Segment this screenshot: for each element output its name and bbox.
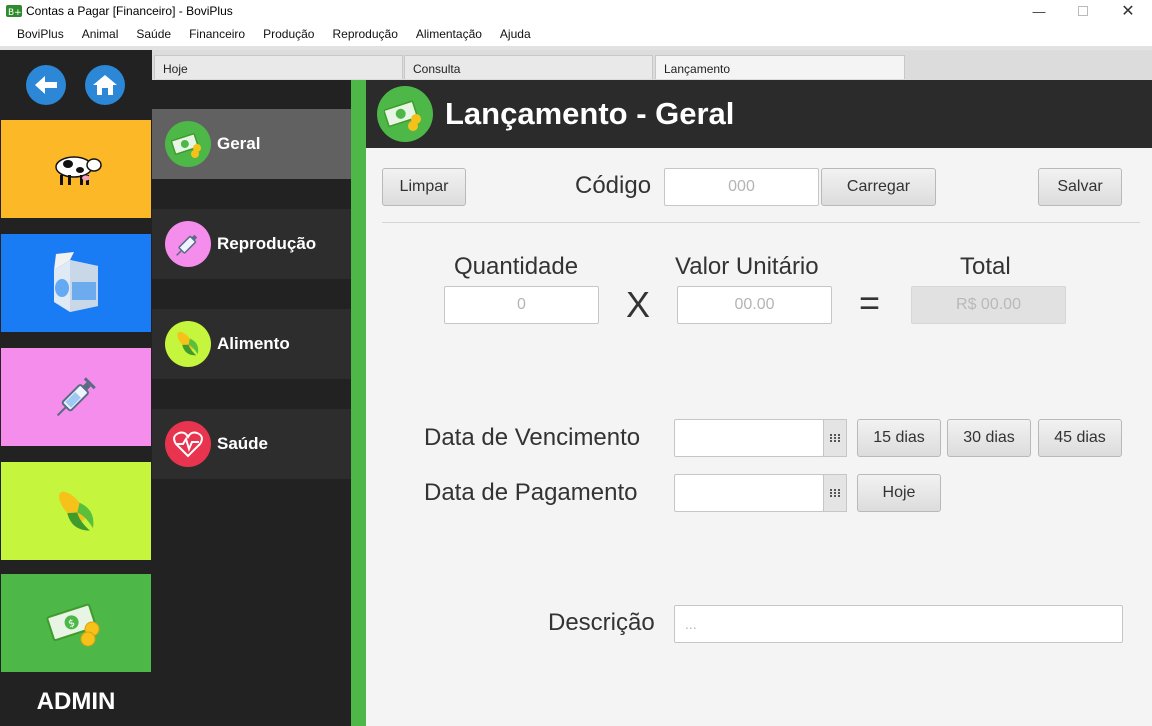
corn-icon — [165, 321, 211, 367]
menu-ajuda[interactable]: Ajuda — [491, 27, 540, 41]
quantidade-input[interactable]: 0 — [444, 286, 599, 324]
syringe-icon — [165, 221, 211, 267]
total-label: Total — [960, 253, 1011, 280]
tab-hoje[interactable]: Hoje — [154, 55, 403, 79]
menu-boviplus[interactable]: BoviPlus — [8, 27, 73, 41]
submenu-label-reproducao: Reprodução — [217, 234, 317, 253]
salvar-button[interactable]: Salvar — [1038, 168, 1122, 206]
calendar-icon — [830, 434, 840, 442]
menu-animal[interactable]: Animal — [73, 27, 128, 41]
codigo-label: Código — [575, 172, 652, 199]
menu-reproducao[interactable]: Reprodução — [323, 27, 406, 41]
window-title: Contas a Pagar [Financeiro] - BoviPlus — [26, 4, 233, 18]
minimize-button[interactable]: — — [1016, 0, 1062, 22]
hoje-button[interactable]: Hoje — [857, 474, 941, 512]
tile-animal[interactable] — [1, 120, 151, 218]
title-bar: B+ Contas a Pagar [Financeiro] - BoviPlu… — [0, 0, 1152, 22]
left-rail: $ ADMIN — [0, 50, 152, 726]
valor-unitario-input[interactable]: 00.00 — [677, 286, 832, 324]
tile-reproducao[interactable] — [1, 348, 151, 446]
codigo-input[interactable]: 000 — [664, 168, 819, 206]
cow-icon — [55, 156, 102, 185]
pagamento-date-input[interactable] — [674, 474, 824, 512]
btn-30-dias[interactable]: 30 dias — [947, 419, 1031, 457]
corn-icon — [59, 491, 94, 531]
submenu-label-geral: Geral — [217, 134, 261, 153]
svg-text:B+: B+ — [8, 8, 22, 18]
money-icon: $ — [46, 603, 100, 647]
submenu-item-alimento[interactable]: Alimento — [152, 309, 351, 379]
home-icon — [93, 75, 117, 95]
arrow-left-icon — [35, 76, 57, 94]
quantidade-label: Quantidade — [454, 253, 579, 280]
home-button[interactable] — [85, 65, 125, 105]
pagamento-label: Data de Pagamento — [424, 479, 638, 506]
tab-bar: Hoje Consulta Lançamento — [152, 50, 1152, 80]
valor-unitario-label: Valor Unitário — [675, 253, 819, 280]
btn-45-dias[interactable]: 45 dias — [1038, 419, 1122, 457]
menu-saude[interactable]: Saúde — [127, 27, 180, 41]
pagamento-calendar-button[interactable] — [823, 474, 847, 512]
money-icon — [165, 121, 211, 167]
milk-carton-icon — [54, 252, 98, 312]
tab-lancamento[interactable]: Lançamento — [655, 55, 905, 79]
submenu-label-saude: Saúde — [217, 434, 269, 453]
menu-bar: BoviPlus Animal Saúde Financeiro Produçã… — [0, 22, 1152, 46]
limpar-button[interactable]: Limpar — [382, 168, 466, 206]
vencimento-calendar-button[interactable] — [823, 419, 847, 457]
submenu-item-geral[interactable]: Geral — [152, 109, 351, 179]
maximize-icon — [1078, 6, 1088, 16]
page-title: Lançamento - Geral — [445, 96, 735, 131]
tab-consulta[interactable]: Consulta — [404, 55, 653, 79]
vencimento-date-input[interactable] — [674, 419, 824, 457]
accent-strip — [351, 80, 366, 726]
vencimento-label: Data de Vencimento — [424, 424, 641, 451]
descricao-input[interactable]: ... — [674, 605, 1123, 643]
user-label: ADMIN — [36, 688, 116, 715]
submenu-item-saude[interactable]: Saúde — [152, 409, 351, 479]
calendar-icon — [830, 489, 840, 497]
times-sign: X — [626, 284, 651, 325]
money-icon — [377, 86, 433, 142]
equals-sign: = — [859, 282, 881, 323]
submenu-item-reproducao[interactable]: Reprodução — [152, 209, 351, 279]
back-button[interactable] — [26, 65, 66, 105]
maximize-button[interactable] — [1060, 0, 1106, 22]
page-header: Lançamento - Geral — [366, 80, 1152, 148]
descricao-label: Descrição — [548, 609, 655, 636]
tile-financeiro[interactable]: $ — [1, 574, 151, 672]
menu-financeiro[interactable]: Financeiro — [180, 27, 254, 41]
carregar-button[interactable]: Carregar — [821, 168, 936, 206]
submenu: Geral Reprodução Alimento Saúde — [152, 80, 351, 726]
syringe-icon — [56, 377, 96, 417]
tile-alimentacao[interactable] — [1, 462, 151, 560]
divider — [382, 222, 1140, 223]
close-button[interactable]: ✕ — [1105, 0, 1151, 22]
heart-pulse-icon — [165, 421, 211, 467]
tile-producao[interactable] — [1, 234, 151, 332]
total-field: R$ 00.00 — [911, 286, 1066, 324]
btn-15-dias[interactable]: 15 dias — [857, 419, 941, 457]
menu-alimentacao[interactable]: Alimentação — [407, 27, 491, 41]
app-icon: B+ — [6, 5, 22, 18]
submenu-label-alimento: Alimento — [217, 334, 290, 353]
menu-producao[interactable]: Produção — [254, 27, 323, 41]
